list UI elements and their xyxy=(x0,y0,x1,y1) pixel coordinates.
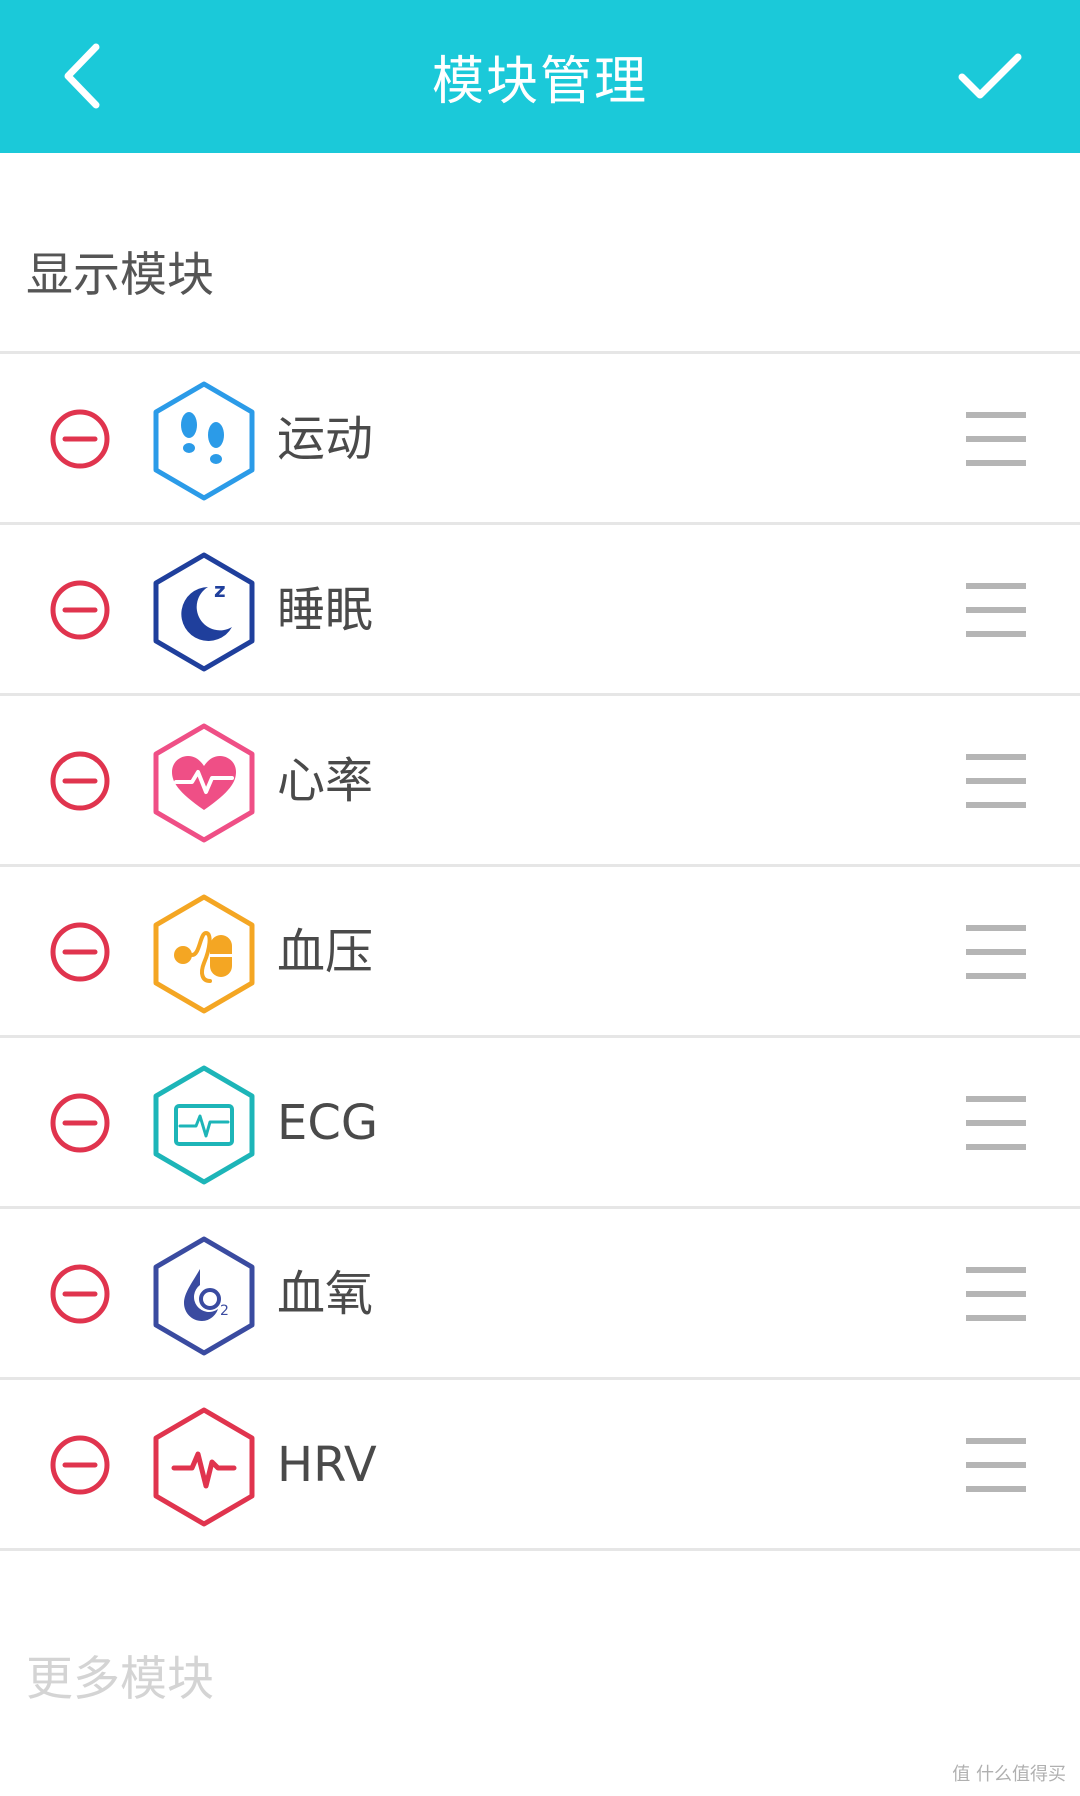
module-label: HRV xyxy=(277,1437,377,1493)
drag-handle-icon[interactable] xyxy=(964,1430,1028,1500)
chevron-left-icon xyxy=(64,43,100,109)
drag-handle-icon[interactable] xyxy=(964,1259,1028,1329)
minus-circle-icon[interactable] xyxy=(48,1262,112,1326)
minus-circle-icon[interactable] xyxy=(48,1091,112,1155)
svg-text:z: z xyxy=(214,578,226,602)
back-button[interactable] xyxy=(40,34,124,118)
top-app-bar: 模块管理 xyxy=(0,0,1080,153)
module-label: 心率 xyxy=(277,753,374,809)
module-row-heart-rate: 心率 xyxy=(0,696,1080,867)
ecg-monitor-icon xyxy=(153,1065,255,1185)
svg-text:2: 2 xyxy=(220,1303,229,1319)
blood-oxygen-icon: 2 xyxy=(153,1236,255,1356)
confirm-button[interactable] xyxy=(940,34,1040,118)
drag-handle-icon[interactable] xyxy=(964,404,1028,474)
minus-circle-icon[interactable] xyxy=(48,578,112,642)
module-row-hrv: HRV xyxy=(0,1380,1080,1551)
minus-circle-icon[interactable] xyxy=(48,749,112,813)
drag-handle-icon[interactable] xyxy=(964,575,1028,645)
module-label: ECG xyxy=(277,1095,379,1151)
footprints-icon xyxy=(153,381,255,501)
hrv-pulse-icon xyxy=(153,1407,255,1527)
minus-circle-icon[interactable] xyxy=(48,920,112,984)
moon-sleep-icon: z xyxy=(153,552,255,672)
module-row-blood-pressure: 血压 xyxy=(0,867,1080,1038)
module-label: 血压 xyxy=(277,924,374,980)
minus-circle-icon[interactable] xyxy=(48,407,112,471)
module-label: 运动 xyxy=(277,411,374,467)
shown-modules-list: 运动 z 睡眠 心率 血压 ECG 2 血氧 HRV xyxy=(0,354,1080,1551)
drag-handle-icon[interactable] xyxy=(964,1088,1028,1158)
watermark: 值 什么值得买 xyxy=(952,1764,1066,1785)
check-icon xyxy=(958,53,1022,99)
blood-pressure-icon xyxy=(153,894,255,1014)
section-title-more-modules: 更多模块 xyxy=(26,1652,214,1707)
drag-handle-icon[interactable] xyxy=(964,746,1028,816)
page-title: 模块管理 xyxy=(431,52,648,112)
heart-rate-icon xyxy=(153,723,255,843)
module-label: 血氧 xyxy=(277,1266,374,1322)
module-row-sport: 运动 xyxy=(0,354,1080,525)
section-title-shown-modules: 显示模块 xyxy=(26,248,214,303)
module-row-blood-oxygen: 2 血氧 xyxy=(0,1209,1080,1380)
minus-circle-icon[interactable] xyxy=(48,1433,112,1497)
module-row-ecg: ECG xyxy=(0,1038,1080,1209)
drag-handle-icon[interactable] xyxy=(964,917,1028,987)
module-row-sleep: z 睡眠 xyxy=(0,525,1080,696)
module-label: 睡眠 xyxy=(277,582,374,638)
